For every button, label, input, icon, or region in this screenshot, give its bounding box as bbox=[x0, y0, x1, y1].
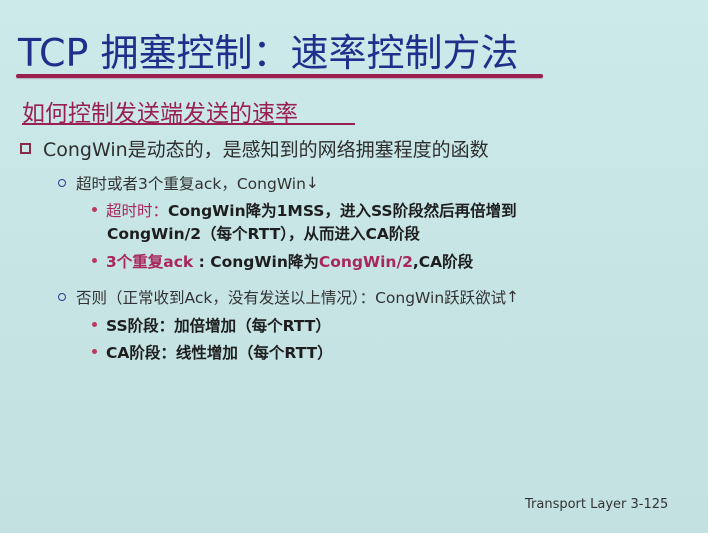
dot-bullet-icon bbox=[92, 349, 97, 354]
title-divider bbox=[16, 74, 543, 78]
sub-point-timeout-text: 超时或者3个重复ack，CongWin bbox=[76, 175, 306, 193]
detail-dup-ack-label: 3个重复ack bbox=[106, 253, 194, 271]
slide: TCP 拥塞控制：速率控制方法 如何控制发送端发送的速率 CongWin是动态的… bbox=[0, 0, 708, 533]
up-arrow-icon: ↑ bbox=[506, 288, 520, 306]
dot-bullet-icon bbox=[92, 207, 97, 212]
slide-title: TCP 拥塞控制：速率控制方法 bbox=[18, 31, 519, 75]
detail-ss-phase-text: SS阶段：加倍增加（每个RTT） bbox=[106, 317, 331, 335]
detail-timeout-label: 超时时： bbox=[106, 202, 169, 220]
circle-bullet-icon bbox=[58, 293, 66, 301]
bullet-point-1: CongWin是动态的，是感知到的网络拥塞程度的函数 bbox=[20, 135, 489, 162]
detail-ca-phase-text: CA阶段：线性增加（每个RTT） bbox=[106, 344, 333, 362]
dot-bullet-icon bbox=[92, 322, 97, 327]
sub-point-timeout: 超时或者3个重复ack，CongWin ↓ bbox=[58, 172, 319, 194]
detail-timeout-line2: CongWin/2（每个RTT），从而进入CA阶段 bbox=[107, 225, 420, 243]
detail-timeout: 超时时：CongWin降为1MSS，进入SS阶段然后再倍增到 bbox=[92, 199, 517, 223]
detail-timeout-text: CongWin降为1MSS，进入SS阶段然后再倍增到 bbox=[168, 202, 517, 220]
detail-dup-ack-tail: ,CA阶段 bbox=[412, 253, 474, 271]
detail-three-dup-ack: 3个重复ack : CongWin降为CongWin/2,CA阶段 bbox=[92, 250, 473, 274]
detail-dup-ack-text: CongWin降为 bbox=[210, 253, 319, 271]
detail-ss-phase: SS阶段：加倍增加（每个RTT） bbox=[92, 314, 331, 338]
circle-bullet-icon bbox=[58, 179, 66, 187]
detail-dup-ack-value: CongWin/2 bbox=[318, 253, 413, 271]
detail-ca-phase: CA阶段：线性增加（每个RTT） bbox=[92, 341, 333, 365]
square-bullet-icon bbox=[20, 143, 31, 154]
slide-footer: Transport Layer 3-125 bbox=[525, 497, 669, 512]
detail-dup-ack-sep: : bbox=[193, 253, 211, 271]
dot-bullet-icon bbox=[92, 258, 97, 263]
sub-point-otherwise: 否则（正常收到Ack，没有发送以上情况）：CongWin跃跃欲试 ↑ bbox=[58, 286, 519, 308]
sub-point-otherwise-text: 否则（正常收到Ack，没有发送以上情况）：CongWin跃跃欲试 bbox=[76, 289, 507, 307]
subtitle-underline bbox=[22, 123, 355, 125]
down-arrow-icon: ↓ bbox=[305, 174, 319, 192]
bullet-point-1-text: CongWin是动态的，是感知到的网络拥塞程度的函数 bbox=[43, 139, 489, 161]
